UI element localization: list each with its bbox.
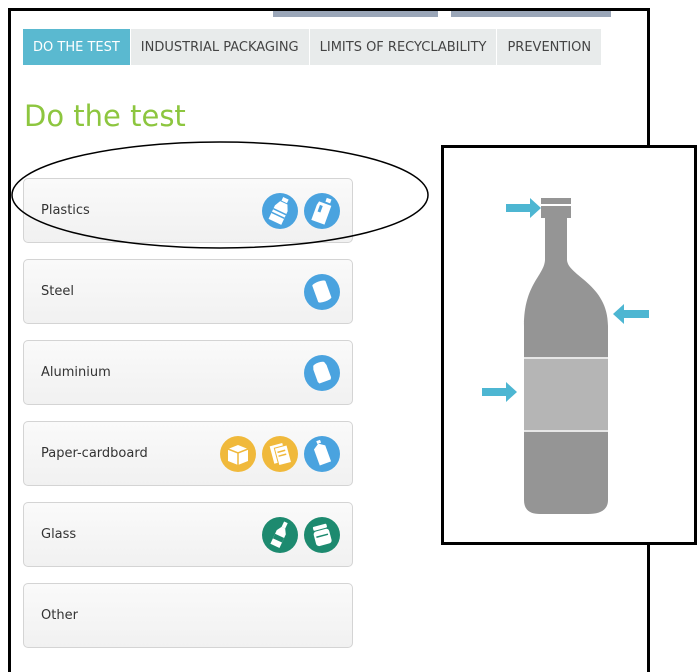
tab-bar: DO THE TEST INDUSTRIAL PACKAGING LIMITS … xyxy=(23,29,603,65)
bottle-callout xyxy=(441,145,697,545)
category-list: Plastics Steel Aluminium Paper-cardboard… xyxy=(23,178,353,664)
category-glass[interactable]: Glass xyxy=(23,502,353,567)
glass-bottle-icon xyxy=(262,517,298,553)
category-label: Other xyxy=(41,608,78,623)
wine-bottle-illustration xyxy=(482,198,649,514)
category-label: Steel xyxy=(41,284,74,299)
paper-icon xyxy=(262,436,298,472)
arrow-icon xyxy=(482,382,517,402)
arrow-icon xyxy=(613,304,649,324)
top-strip xyxy=(11,11,647,17)
page-title: Do the test xyxy=(24,99,186,133)
category-steel[interactable]: Steel xyxy=(23,259,353,324)
category-aluminium[interactable]: Aluminium xyxy=(23,340,353,405)
category-label: Paper-cardboard xyxy=(41,446,148,461)
tab-prevention[interactable]: PREVENTION xyxy=(497,29,603,65)
aluminium-can-icon xyxy=(304,355,340,391)
tab-do-the-test[interactable]: DO THE TEST xyxy=(23,29,131,65)
category-label: Glass xyxy=(41,527,77,542)
category-other[interactable]: Other xyxy=(23,583,353,648)
glass-jar-icon xyxy=(304,517,340,553)
beverage-carton-icon xyxy=(304,436,340,472)
highlight-ellipse xyxy=(11,141,429,249)
steel-can-icon xyxy=(304,274,340,310)
arrow-icon xyxy=(506,198,541,218)
tab-industrial-packaging[interactable]: INDUSTRIAL PACKAGING xyxy=(130,29,310,65)
category-label: Aluminium xyxy=(41,365,111,380)
category-paper-cardboard[interactable]: Paper-cardboard xyxy=(23,421,353,486)
tab-limits-of-recyclability[interactable]: LIMITS OF RECYCLABILITY xyxy=(309,29,498,65)
cardboard-box-icon xyxy=(220,436,256,472)
